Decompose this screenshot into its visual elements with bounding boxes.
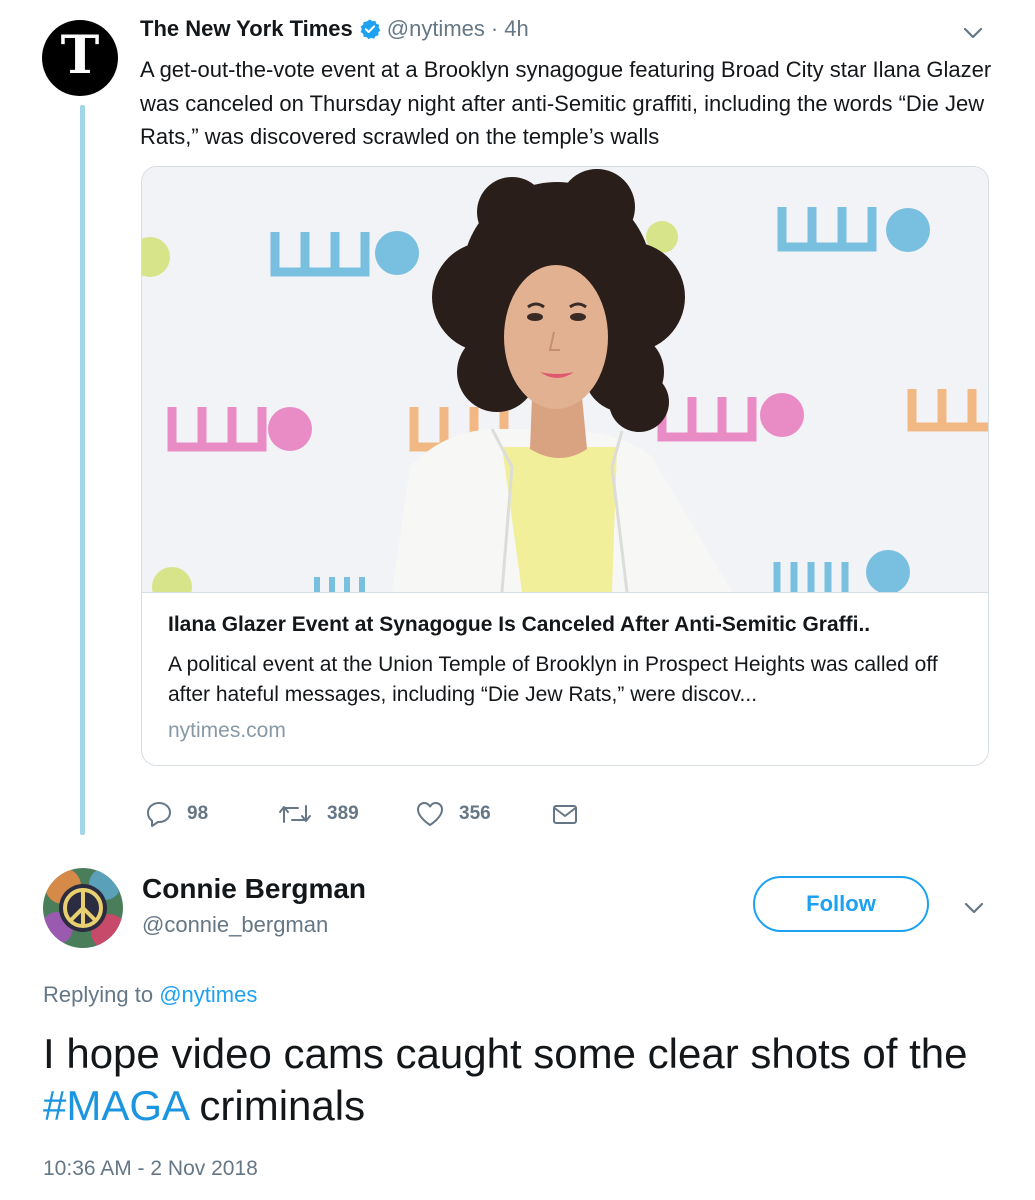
reply-action[interactable]: 98 [145,800,208,828]
reply-author-handle[interactable]: @connie_bergman [142,912,328,938]
like-action[interactable]: 356 [415,800,491,828]
reply-text-start: I hope video cams caught some clear shot… [43,1030,968,1077]
chevron-down-icon[interactable] [960,20,986,46]
chevron-down-icon[interactable] [961,895,987,921]
connie-bergman-avatar[interactable] [43,868,123,948]
nyt-logo-letter: T [60,25,100,86]
quoted-time-ago[interactable]: 4h [504,16,528,42]
quoted-tweet-text: A get-out-the-vote event at a Brooklyn s… [140,57,992,149]
like-count: 356 [459,803,491,824]
reply-text-end: criminals [187,1082,366,1129]
retweet-icon [279,805,311,823]
card-title[interactable]: Ilana Glazer Event at Synagogue Is Cance… [168,613,968,637]
avatar-peace-art [43,868,123,948]
maga-hashtag-link[interactable]: #MAGA [43,1082,188,1129]
quoted-author-name[interactable]: The New York Times [140,16,353,42]
link-preview-card[interactable]: Ilana Glazer Event at Synagogue Is Cance… [141,166,989,766]
follow-button[interactable]: Follow [753,876,929,932]
replying-to-prefix: Replying to [43,982,154,1007]
replying-to-mention[interactable]: @nytimes [159,982,257,1007]
article-photo [142,167,988,593]
reply-author-name[interactable]: Connie Bergman [142,873,366,905]
card-description: A political event at the Union Temple of… [168,653,938,706]
quoted-tweet-header: The New York Times @nytimes · 4h [140,16,529,42]
heart-icon [417,802,443,826]
article-photo-illustration [142,167,988,592]
reply-tweet-text: I hope video cams caught some clear shot… [43,1028,1003,1132]
direct-message-action[interactable] [551,800,593,828]
thread-connector-line [80,105,85,835]
header-separator: · [490,16,499,41]
quoted-author-handle[interactable]: @nytimes [387,16,485,42]
card-domain: nytimes.com [168,719,286,742]
tweet-timestamp[interactable]: 10:36 AM - 2 Nov 2018 [43,1157,258,1181]
reply-bubble-icon [147,802,171,827]
envelope-icon [553,805,577,824]
retweet-count: 389 [327,803,359,824]
verified-badge-icon [360,19,381,40]
replying-to-line: Replying to @nytimes [43,982,257,1008]
nyt-avatar[interactable]: T [42,20,118,96]
retweet-action[interactable]: 389 [277,800,359,828]
reply-count: 98 [187,803,209,824]
